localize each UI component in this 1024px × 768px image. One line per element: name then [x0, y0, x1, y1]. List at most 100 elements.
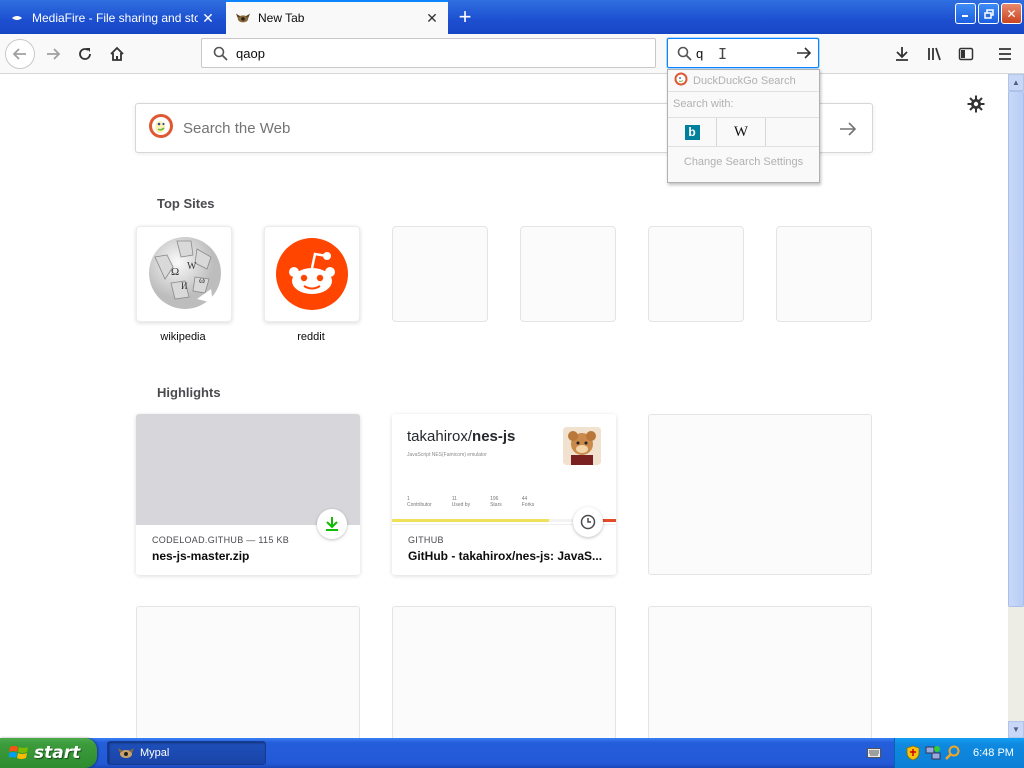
- library-button[interactable]: [920, 39, 950, 69]
- highlight-card-download[interactable]: CODELOAD.GITHUB — 115 KB nes-js-master.z…: [136, 414, 360, 575]
- top-site-empty-slot: [648, 226, 744, 322]
- github-stat-label: Used by: [451, 502, 471, 508]
- duckduckgo-icon: [674, 72, 688, 89]
- tab-title: New Tab: [258, 11, 305, 25]
- downloads-button[interactable]: [887, 39, 917, 69]
- github-repo-description: JavaScript NES(Famicom) emulator: [407, 452, 487, 458]
- navigation-toolbar: qaop q I: [0, 34, 1024, 74]
- security-shield-icon[interactable]: [905, 745, 921, 761]
- search-go-arrow-icon[interactable]: [794, 43, 814, 63]
- new-tab-page: Search the Web Top Sites Ω W И ω wikiped…: [0, 75, 1008, 738]
- forward-arrow-icon: [47, 48, 61, 60]
- start-label: start: [34, 743, 81, 763]
- windows-taskbar: start Mypal 6:48 PM: [0, 738, 1024, 768]
- highlight-host: CODELOAD.GITHUB — 115 KB: [152, 535, 290, 545]
- vertical-scrollbar[interactable]: ▲ ▼: [1008, 74, 1024, 738]
- mypal-icon: [236, 11, 250, 25]
- github-stat: 11 Used by: [452, 496, 470, 508]
- github-stat-label: Forks: [521, 502, 535, 508]
- forward-button[interactable]: [38, 39, 68, 69]
- close-tab-icon[interactable]: ✕: [200, 10, 216, 26]
- scroll-up-arrow-icon[interactable]: ▲: [1008, 74, 1024, 91]
- popup-engine-header: DuckDuckGo Search: [668, 70, 819, 92]
- restore-button[interactable]: [978, 3, 999, 24]
- top-site-label: wikipedia: [160, 331, 206, 343]
- highlight-card-github[interactable]: takahirox/nes-js JavaScript NES(Famicom)…: [392, 414, 616, 575]
- home-button[interactable]: [102, 39, 132, 69]
- search-tray-icon[interactable]: [945, 745, 961, 761]
- search-input[interactable]: q: [696, 46, 703, 61]
- highlight-empty-slot: [136, 606, 360, 738]
- github-repo-owner: takahirox/: [407, 428, 473, 445]
- svg-text:Ω: Ω: [171, 266, 179, 278]
- hamburger-menu-icon: [999, 48, 1011, 60]
- close-tab-icon[interactable]: ✕: [424, 10, 440, 26]
- mediafire-icon: [10, 11, 24, 25]
- github-stat-label: Stars: [490, 502, 502, 508]
- back-arrow-icon: [12, 48, 26, 60]
- bing-icon: b: [684, 124, 700, 140]
- top-site-tile-wikipedia[interactable]: Ω W И ω: [136, 226, 232, 322]
- top-site-empty-slot: [520, 226, 616, 322]
- top-sites-heading: Top Sites: [157, 196, 215, 211]
- svg-text:ω: ω: [199, 275, 205, 285]
- tab-new-tab[interactable]: New Tab ✕: [226, 0, 448, 34]
- clock-icon: [573, 507, 603, 537]
- scrollbar-thumb[interactable]: [1008, 91, 1024, 607]
- sidebar-icon: [958, 47, 974, 61]
- highlights-heading: Highlights: [157, 385, 221, 400]
- duckduckgo-icon: [148, 113, 174, 144]
- sidebar-button[interactable]: [951, 39, 981, 69]
- keyboard-icon[interactable]: [866, 745, 882, 761]
- bing-engine-button[interactable]: b: [668, 118, 717, 146]
- scroll-down-arrow-icon[interactable]: ▼: [1008, 721, 1024, 738]
- search-go-arrow-icon[interactable]: [838, 119, 858, 139]
- highlight-title: GitHub - takahirox/nes-js: JavaS...: [408, 549, 603, 563]
- network-icon[interactable]: [925, 745, 941, 761]
- highlight-host: GITHUB: [408, 535, 444, 545]
- reddit-icon: [276, 238, 348, 310]
- windows-flag-icon: [9, 744, 29, 762]
- home-icon: [110, 46, 124, 61]
- reload-button[interactable]: [70, 39, 100, 69]
- one-off-engines: b W: [668, 117, 819, 147]
- search-suggestions-popup: DuckDuckGo Search Search with: b W Chang…: [667, 69, 820, 183]
- svg-text:W: W: [187, 261, 197, 272]
- change-search-settings-button[interactable]: Change Search Settings: [668, 156, 819, 168]
- github-repo-stats: 1 Contributor 11 Used by 196 Stars 44 Forks: [407, 496, 534, 508]
- github-stat: 1 Contributor: [407, 496, 432, 508]
- highlight-title: nes-js-master.zip: [152, 549, 250, 563]
- window-close-button[interactable]: ✕: [1001, 3, 1022, 24]
- highlight-empty-slot: [392, 606, 616, 738]
- web-search-input[interactable]: Search the Web: [183, 120, 290, 137]
- hamburger-menu-button[interactable]: [990, 39, 1020, 69]
- top-site-empty-slot: [392, 226, 488, 322]
- search-icon: [210, 43, 230, 63]
- github-stat: 44 Forks: [522, 496, 535, 508]
- start-button[interactable]: start: [0, 738, 97, 768]
- url-input[interactable]: qaop: [236, 46, 265, 61]
- engine-empty-slot: [766, 118, 815, 146]
- wikipedia-engine-button[interactable]: W: [717, 118, 766, 146]
- github-repo-name: takahirox/nes-js: [407, 428, 515, 445]
- taskbar-item-label: Mypal: [140, 747, 170, 759]
- taskbar-item-mypal[interactable]: Mypal: [107, 741, 266, 765]
- clock[interactable]: 6:48 PM: [973, 747, 1014, 759]
- gear-icon[interactable]: [966, 94, 986, 114]
- library-icon: [928, 47, 941, 61]
- top-site-tile-reddit[interactable]: [264, 226, 360, 322]
- highlight-empty-slot: [648, 606, 872, 738]
- tab-mediafire[interactable]: MediaFire - File sharing and storage ✕: [0, 2, 224, 34]
- search-bar[interactable]: q I: [667, 38, 819, 68]
- url-bar[interactable]: qaop: [201, 38, 656, 68]
- minimize-button[interactable]: [955, 3, 976, 24]
- new-tab-button[interactable]: +: [452, 4, 478, 30]
- tab-title: MediaFire - File sharing and storage: [32, 11, 198, 25]
- highlight-preview-placeholder: [136, 414, 360, 525]
- top-site-empty-slot: [776, 226, 872, 322]
- back-button[interactable]: [5, 39, 35, 69]
- text-cursor-icon: I: [718, 45, 728, 63]
- github-stat-label: Contributor: [407, 502, 432, 508]
- popup-engine-name: DuckDuckGo Search: [693, 74, 796, 87]
- wikipedia-icon: W: [733, 123, 749, 140]
